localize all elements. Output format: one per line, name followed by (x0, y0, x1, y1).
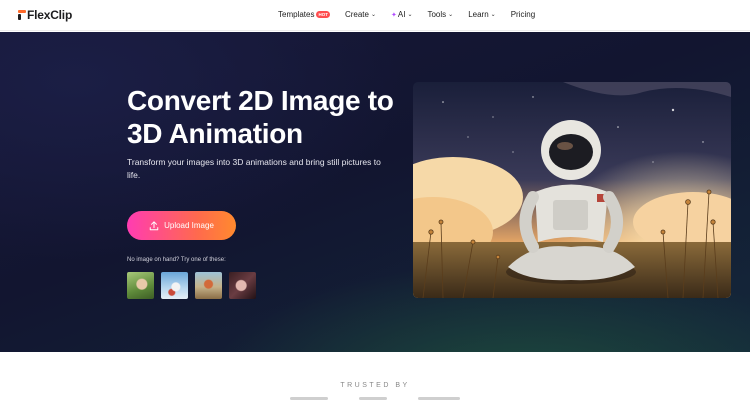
hero-subtitle: Transform your images into 3D animations… (127, 157, 381, 180)
chevron-down-icon: ⌄ (370, 12, 377, 18)
hot-badge: HOT (316, 11, 330, 18)
upload-button-label: Upload Image (164, 221, 214, 230)
upload-icon (149, 220, 159, 230)
chevron-down-icon: ⌄ (407, 12, 413, 18)
nav-tools-label: Tools (427, 10, 447, 19)
upload-image-button[interactable]: Upload Image (127, 211, 236, 240)
partner-logos (290, 397, 460, 402)
nav-learn-label: Learn (468, 10, 489, 19)
nav-tools[interactable]: Tools ⌄ (427, 10, 453, 19)
nav-learn[interactable]: Learn ⌄ (468, 10, 496, 19)
partner-logo (418, 397, 460, 400)
flexclip-logo[interactable]: FlexClip (18, 8, 72, 22)
partner-logo (359, 397, 387, 400)
sample-image-2[interactable] (161, 272, 188, 299)
sample-image-1[interactable] (127, 272, 154, 299)
hero-section: Convert 2D Image to 3D Animation Transfo… (0, 32, 750, 352)
sample-image-3[interactable] (195, 272, 222, 299)
nav-pricing-label: Pricing (510, 10, 536, 19)
logo-text: FlexClip (27, 8, 73, 22)
nav-templates-label: Templates (278, 10, 315, 19)
site-header: FlexClip Templates HOT Create ⌄ ✦ AI ⌄ T… (0, 0, 750, 31)
astronaut-hero-image (413, 82, 731, 298)
sample-prompt: No image on hand? Try one of these: (127, 257, 226, 263)
main-nav: Templates HOT Create ⌄ ✦ AI ⌄ Tools ⌄ Le… (278, 10, 535, 19)
sparkle-icon: ✦ (391, 11, 397, 19)
nav-create[interactable]: Create ⌄ (345, 10, 376, 19)
sample-image-4[interactable] (229, 272, 256, 299)
chevron-down-icon: ⌄ (448, 12, 454, 18)
logo-mark-icon (18, 10, 26, 20)
nav-create-label: Create (344, 10, 369, 19)
nav-ai-label: AI (397, 10, 406, 19)
chevron-down-icon: ⌄ (490, 12, 496, 18)
partner-logo (290, 397, 328, 400)
nav-templates[interactable]: Templates HOT (278, 10, 330, 19)
sample-thumbnails (127, 272, 263, 299)
nav-ai[interactable]: ✦ AI ⌄ (391, 10, 412, 19)
nav-pricing[interactable]: Pricing (511, 10, 535, 19)
page-title: Convert 2D Image to 3D Animation (127, 85, 394, 149)
trusted-by-heading: TRUSTED BY (340, 382, 410, 389)
